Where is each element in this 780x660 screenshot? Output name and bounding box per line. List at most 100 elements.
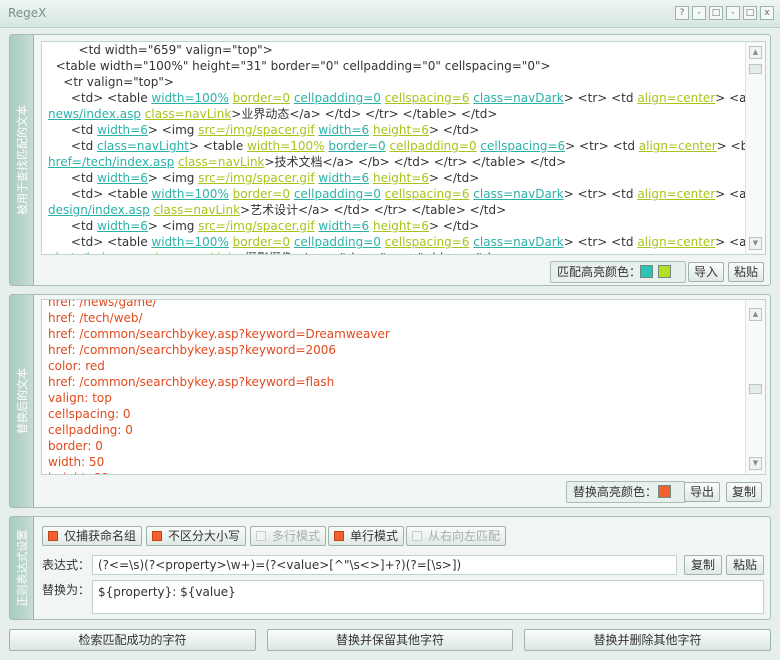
result-panel: 替换后的文本 href: /news/game/href: /tech/web/… (9, 294, 771, 508)
code-text: > <tr> <td (563, 91, 638, 105)
source-panel: 被用于查找匹配的文本 <td width="659" valign="top">… (9, 34, 771, 286)
match-highlight: cellspacing=6 (384, 91, 470, 105)
replace-label: 替换为： (42, 583, 91, 597)
find-matches-button[interactable]: 检索匹配成功的字符 (9, 629, 256, 651)
match-highlight: class=navLink (153, 203, 241, 217)
match-highlight: height=6 (372, 219, 429, 233)
import-button[interactable]: 导入 (688, 262, 724, 282)
source-line: photo/index.asp class=navLink>摄影摄像</a> <… (48, 250, 759, 254)
match-highlight: class=navLight (97, 139, 189, 153)
paste-button[interactable]: 粘贴 (728, 262, 764, 282)
scroll-up-icon[interactable]: ▲ (749, 46, 762, 59)
code-text: <td> <table (48, 235, 152, 249)
replace-input[interactable]: ${property}: ${value} (92, 580, 764, 614)
window-controls: ? - □ - □ x (675, 6, 774, 20)
match-highlight: align=center (637, 235, 716, 249)
code-text: > <img (147, 219, 199, 233)
code-text: >技术文档</a> </b> </td> </tr> </table> </td… (264, 155, 567, 169)
option-multiline[interactable]: 多行模式 (250, 526, 327, 546)
match-highlight: photo/index.asp (48, 251, 145, 254)
match-color-swatch-1[interactable] (640, 265, 653, 278)
code-text: > </td> (428, 219, 480, 233)
result-line: width: 50 (48, 455, 105, 469)
option-label: 不区分大小写 (168, 529, 241, 543)
help-button[interactable]: ? (675, 6, 689, 20)
replace-delete-button[interactable]: 替换并删除其他字符 (524, 629, 771, 651)
code-text: >业界动态</a> </td> </tr> </table> </td> (231, 107, 498, 121)
close-button[interactable]: x (760, 6, 774, 20)
checkbox-icon (412, 531, 422, 541)
match-highlight: width=100% (151, 91, 229, 105)
source-line: <td> <table width=100% border=0 cellpadd… (48, 90, 765, 106)
result-line: href: /tech/web/ (48, 311, 143, 325)
source-panel-label-bar: 被用于查找匹配的文本 (10, 35, 34, 285)
expression-copy-button[interactable]: 复制 (684, 555, 722, 575)
scroll-thumb[interactable] (749, 384, 762, 394)
result-line: border: 0 (48, 439, 103, 453)
checkbox-icon (256, 531, 266, 541)
option-label: 从右向左匹配 (428, 529, 501, 543)
match-highlight: class=navLink (148, 251, 234, 254)
restore-small-button[interactable]: □ (709, 6, 723, 20)
source-text-area[interactable]: <td width="659" valign="top"> <table wid… (41, 41, 766, 255)
match-highlight: align=center (638, 139, 717, 153)
match-highlight: class=navDark (473, 91, 564, 105)
option-right-to-left[interactable]: 从右向左匹配 (406, 526, 507, 546)
match-highlight: cellpadding=0 (293, 187, 381, 201)
source-scrollbar[interactable]: ▲ ▼ (745, 42, 765, 254)
copy-button[interactable]: 复制 (726, 482, 762, 502)
code-text: >艺术设计</a> </td> </tr> </table> </td> (240, 203, 507, 217)
scroll-down-icon[interactable]: ▼ (749, 237, 762, 250)
match-highlight: border=0 (232, 91, 290, 105)
minimize-small-button[interactable]: - (692, 6, 706, 20)
minimize-button[interactable]: - (726, 6, 740, 20)
match-highlight: src=/img/spacer.gif (198, 123, 315, 137)
match-highlight: class=navLink (144, 107, 232, 121)
window-title: RegeX (8, 6, 47, 20)
settings-panel-label: 正则表达式设置 (15, 529, 29, 607)
option-singleline[interactable]: 单行模式 (328, 526, 405, 546)
replace-keep-button[interactable]: 替换并保留其他字符 (267, 629, 513, 651)
match-highlight: width=6 (318, 219, 370, 233)
scroll-down-icon[interactable]: ▼ (749, 457, 762, 470)
result-line: cellpadding: 0 (48, 423, 133, 437)
checkbox-icon (152, 531, 162, 541)
option-named-groups-only[interactable]: 仅捕获命名组 (42, 526, 143, 546)
match-highlight: border=0 (232, 235, 290, 249)
code-text: > <tr> <td (565, 139, 639, 153)
option-label: 单行模式 (350, 529, 399, 543)
code-text: > <img (147, 171, 199, 185)
match-highlight: href=/tech/index.asp (48, 155, 175, 169)
scroll-up-icon[interactable]: ▲ (749, 308, 762, 321)
code-text: <table width="100%" height="31" border="… (48, 59, 551, 73)
source-panel-label: 被用于查找匹配的文本 (15, 105, 29, 215)
result-scrollbar[interactable]: ▲ ▼ (745, 300, 765, 474)
result-text-area[interactable]: href: /news/game/href: /tech/web/href: /… (41, 299, 766, 475)
replace-color-swatch[interactable] (658, 485, 671, 498)
match-highlight: src=/img/spacer.gif (198, 171, 315, 185)
source-line: design/index.asp class=navLink>艺术设计</a> … (48, 202, 759, 218)
match-highlight: width=100% (151, 187, 229, 201)
match-highlight: cellpadding=0 (293, 91, 381, 105)
match-highlight: class=navDark (473, 235, 564, 249)
scroll-thumb[interactable] (749, 64, 762, 74)
match-highlight: width=6 (97, 219, 148, 233)
match-highlight: align=center (637, 91, 716, 105)
expression-paste-button[interactable]: 粘贴 (726, 555, 764, 575)
source-line: <td width="659" valign="top"> (48, 42, 759, 58)
match-highlight: width=6 (318, 171, 370, 185)
export-button[interactable]: 导出 (684, 482, 720, 502)
result-line: href: /common/searchbykey.asp?keyword=20… (48, 343, 337, 357)
expression-input[interactable]: (?<=\s)(?<property>\w+)=(?<value>[^"\s<>… (92, 555, 677, 575)
match-color-swatch-2[interactable] (658, 265, 671, 278)
code-text: > <img (147, 123, 199, 137)
result-line: height: 22 (48, 470, 759, 474)
result-line: href: /news/game/ (48, 299, 157, 309)
code-text: <td (48, 123, 98, 137)
option-label: 多行模式 (272, 529, 321, 543)
code-text: <td (48, 219, 98, 233)
maximize-button[interactable]: □ (743, 6, 757, 20)
match-highlight: width=6 (318, 123, 370, 137)
option-ignore-case[interactable]: 不区分大小写 (146, 526, 247, 546)
code-text: > </td> (428, 123, 480, 137)
